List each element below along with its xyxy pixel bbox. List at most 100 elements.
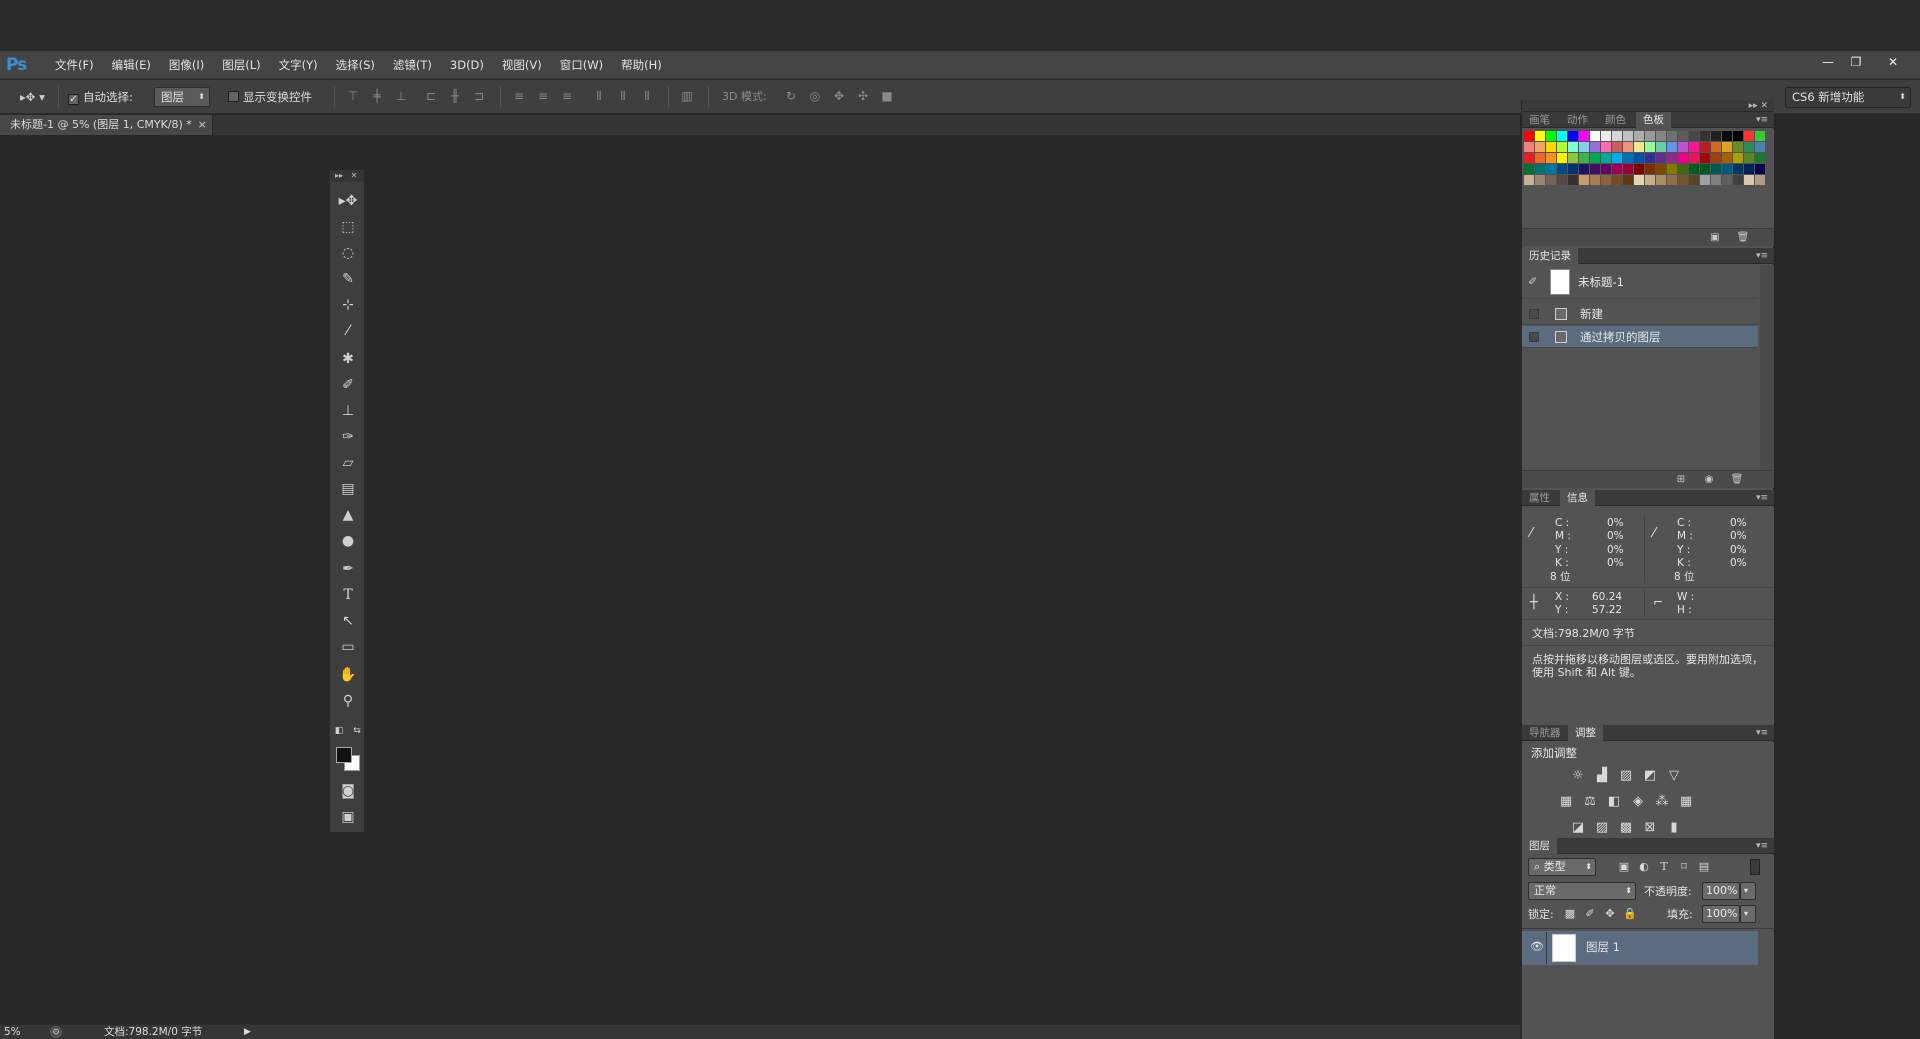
3d-rotate-icon[interactable]: ↻: [784, 90, 798, 103]
healing-brush-tool-icon[interactable]: ✱: [335, 348, 361, 370]
color-swatch[interactable]: [1579, 131, 1589, 141]
color-swatch[interactable]: [1601, 175, 1611, 185]
color-swatch[interactable]: [1678, 153, 1688, 163]
move-tool-icon[interactable]: ▸✥: [335, 190, 361, 212]
color-swatch[interactable]: [1612, 175, 1622, 185]
color-swatch[interactable]: [1535, 164, 1545, 174]
panel-menu-icon[interactable]: ▾≡: [1756, 490, 1768, 506]
panel-menu-icon[interactable]: ▾≡: [1756, 838, 1768, 854]
brightness-icon[interactable]: ☼: [1570, 768, 1586, 784]
canvas-area[interactable]: [0, 135, 1520, 1025]
color-swatch[interactable]: [1535, 131, 1545, 141]
workspace-dropdown[interactable]: CS6 新增功能 ⬍: [1785, 87, 1911, 108]
filter-type-icon[interactable]: T: [1656, 859, 1672, 875]
color-swatch[interactable]: [1557, 142, 1567, 152]
color-swatch[interactable]: [1678, 175, 1688, 185]
color-swatch[interactable]: [1678, 131, 1688, 141]
color-swatch[interactable]: [1722, 164, 1732, 174]
levels-icon[interactable]: ▟: [1594, 768, 1610, 784]
color-swatch[interactable]: [1623, 131, 1633, 141]
color-swatch[interactable]: [1579, 175, 1589, 185]
color-swatch[interactable]: [1535, 142, 1545, 152]
posterize-icon[interactable]: ▨: [1594, 820, 1610, 836]
color-swatch[interactable]: [1524, 175, 1534, 185]
3d-scale-icon[interactable]: ■: [880, 90, 894, 103]
lock-all-icon[interactable]: 🔒: [1622, 906, 1638, 922]
screen-mode-icon[interactable]: ▣: [335, 806, 361, 828]
color-swatch[interactable]: [1568, 131, 1578, 141]
opacity-input[interactable]: 100%: [1702, 882, 1740, 900]
path-select-tool-icon[interactable]: ↖: [335, 610, 361, 632]
color-swatch[interactable]: [1733, 131, 1743, 141]
color-swatch[interactable]: [1601, 142, 1611, 152]
color-swatch[interactable]: [1590, 164, 1600, 174]
history-item-selected[interactable]: 通过拷贝的图层: [1522, 326, 1758, 348]
black-white-icon[interactable]: ◧: [1606, 794, 1622, 810]
color-swatch[interactable]: [1744, 164, 1754, 174]
color-swatch[interactable]: [1678, 164, 1688, 174]
lock-image-icon[interactable]: ✐: [1582, 906, 1598, 922]
color-swatch[interactable]: [1557, 164, 1567, 174]
color-swatch[interactable]: [1546, 131, 1556, 141]
panel-menu-icon[interactable]: ▾≡: [1756, 248, 1768, 264]
show-transform-checkbox[interactable]: 显示变换控件: [228, 88, 312, 106]
color-swatch[interactable]: [1568, 142, 1578, 152]
curves-icon[interactable]: ▨: [1618, 768, 1634, 784]
align-left-icon[interactable]: ⊏: [424, 90, 438, 103]
history-brush-source-box[interactable]: [1529, 332, 1539, 342]
color-swatch[interactable]: [1590, 153, 1600, 163]
color-swatch[interactable]: [1524, 142, 1534, 152]
color-swatch[interactable]: [1590, 175, 1600, 185]
history-snapshot[interactable]: ✐ 未标题-1: [1522, 265, 1758, 299]
color-swatch[interactable]: [1579, 153, 1589, 163]
crop-tool-icon[interactable]: ⊹: [335, 294, 361, 316]
invert-icon[interactable]: ◪: [1570, 820, 1586, 836]
color-swatch[interactable]: [1557, 175, 1567, 185]
color-swatch[interactable]: [1645, 175, 1655, 185]
color-swatch[interactable]: [1755, 164, 1765, 174]
type-tool-icon[interactable]: T: [335, 584, 361, 606]
brush-tool-icon[interactable]: ✐: [335, 374, 361, 396]
document-tab[interactable]: 未标题-1 @ 5% (图层 1, CMYK/8) * ×: [0, 115, 213, 135]
quick-mask-icon[interactable]: ◙: [335, 780, 361, 802]
color-lookup-icon[interactable]: ▦: [1678, 794, 1694, 810]
color-swatch[interactable]: [1645, 164, 1655, 174]
history-brush-source-box[interactable]: [1529, 309, 1539, 319]
channel-mixer-icon[interactable]: ⁂: [1654, 794, 1670, 810]
trash-icon[interactable]: 🗑: [1736, 231, 1750, 245]
menu-edit[interactable]: 编辑(E): [103, 57, 160, 73]
menu-select[interactable]: 选择(S): [327, 57, 384, 73]
color-swatch[interactable]: [1700, 142, 1710, 152]
color-swatch[interactable]: [1678, 142, 1688, 152]
color-swatch[interactable]: [1744, 175, 1754, 185]
rectangle-tool-icon[interactable]: ▭: [335, 636, 361, 658]
clone-stamp-tool-icon[interactable]: ⊥: [335, 400, 361, 422]
color-swatch[interactable]: [1744, 131, 1754, 141]
photo-filter-icon[interactable]: ◈: [1630, 794, 1646, 810]
color-swatch[interactable]: [1689, 131, 1699, 141]
color-swatch[interactable]: [1645, 142, 1655, 152]
tab-properties[interactable]: 属性: [1522, 490, 1557, 506]
color-swatch[interactable]: [1722, 175, 1732, 185]
color-swatch[interactable]: [1711, 131, 1721, 141]
eraser-tool-icon[interactable]: ▱: [335, 452, 361, 474]
vibrance-icon[interactable]: ▽: [1666, 768, 1682, 784]
menu-window[interactable]: 窗口(W): [551, 57, 612, 73]
color-swatch[interactable]: [1634, 142, 1644, 152]
color-swatch[interactable]: [1722, 131, 1732, 141]
color-swatch[interactable]: [1755, 153, 1765, 163]
color-swatch[interactable]: [1656, 164, 1666, 174]
distribute-hcenter-icon[interactable]: ⫴: [616, 90, 630, 103]
status-info-icon[interactable]: ⊙: [50, 1026, 62, 1038]
color-swatch[interactable]: [1634, 131, 1644, 141]
color-balance-icon[interactable]: ⚖: [1582, 794, 1598, 810]
align-hcenter-icon[interactable]: ╫: [448, 90, 462, 103]
menu-image[interactable]: 图像(I): [160, 57, 213, 73]
filter-adjustment-icon[interactable]: ◐: [1636, 859, 1652, 875]
align-right-icon[interactable]: ⊐: [472, 90, 486, 103]
toolbox-header[interactable]: ▸▸ ✕: [330, 170, 364, 182]
gradient-map-icon[interactable]: ▮: [1666, 820, 1682, 836]
color-swatch[interactable]: [1634, 153, 1644, 163]
color-swatch[interactable]: [1634, 175, 1644, 185]
color-swatch[interactable]: [1524, 131, 1534, 141]
